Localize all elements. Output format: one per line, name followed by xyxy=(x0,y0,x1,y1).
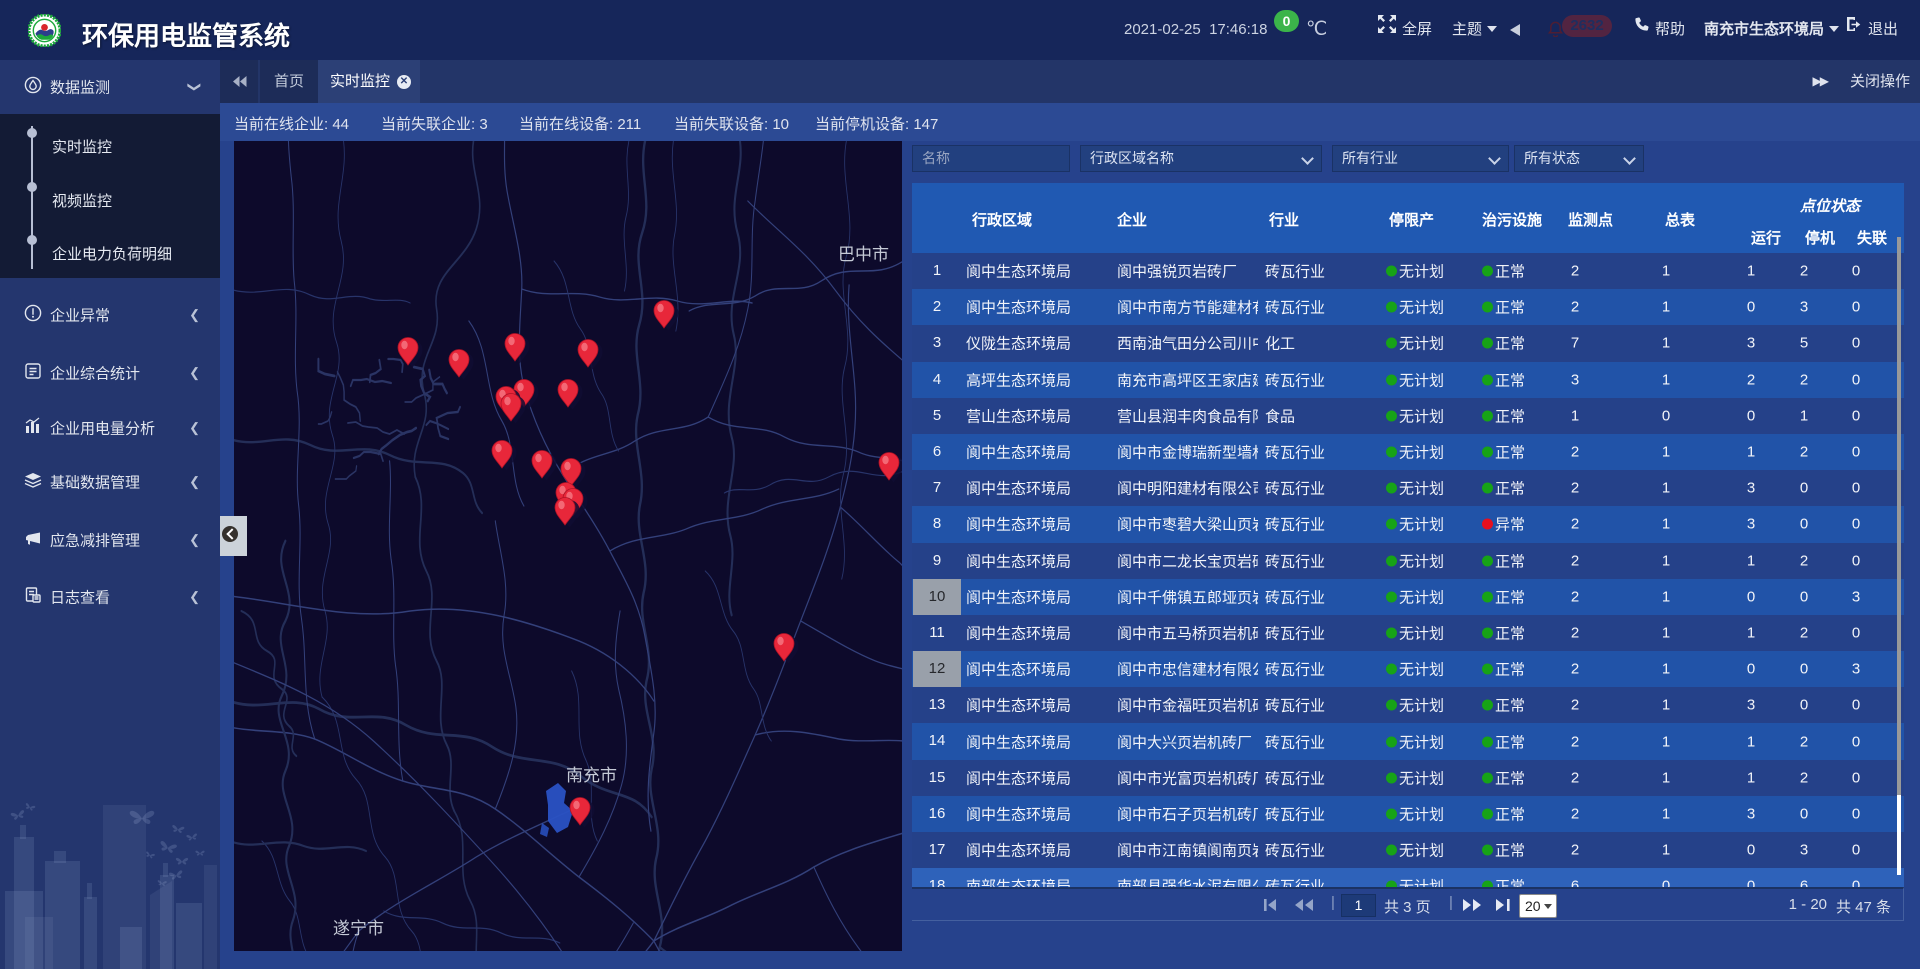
svg-text:南充市: 南充市 xyxy=(566,766,617,785)
svg-text:巴中市: 巴中市 xyxy=(838,245,889,264)
svg-text:遂宁市: 遂宁市 xyxy=(333,919,384,938)
